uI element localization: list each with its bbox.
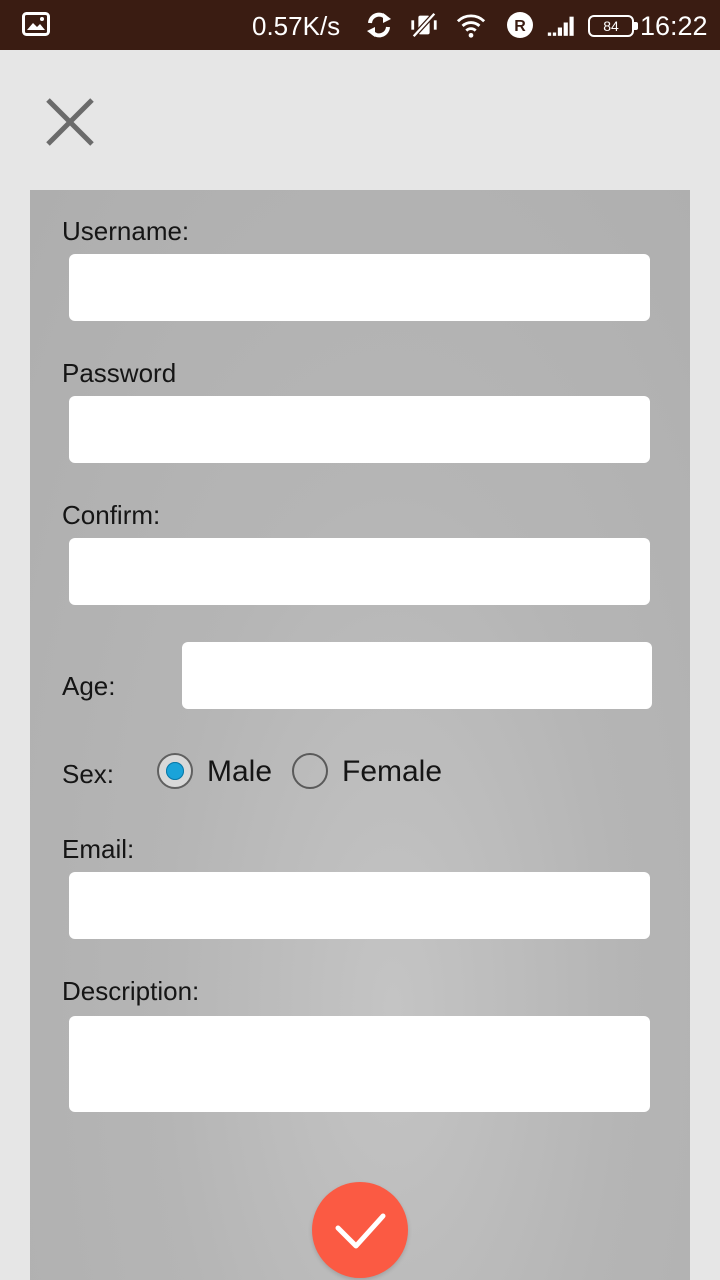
checkmark-icon (335, 1213, 386, 1249)
male-radio[interactable] (157, 753, 193, 789)
female-option-label[interactable]: Female (342, 755, 442, 789)
confirm-label: Confirm: (62, 500, 161, 530)
male-option-label[interactable]: Male (207, 755, 272, 789)
battery-level: 84 (603, 18, 619, 34)
description-textarea[interactable] (69, 1016, 650, 1112)
username-label: Username: (62, 216, 190, 246)
email-label: Email: (62, 834, 135, 864)
signal-icon (547, 16, 574, 36)
clock: 16:22 (640, 11, 708, 41)
description-label: Description: (62, 976, 200, 1006)
sync-icon (367, 12, 391, 38)
password-label: Password (62, 358, 177, 388)
vibrate-off-icon (411, 12, 437, 38)
female-radio[interactable] (292, 753, 328, 789)
registration-form: Username: Password Confirm: Age: Sex: Ma… (30, 190, 690, 1280)
submit-button[interactable] (312, 1182, 408, 1278)
radio-selected-dot (166, 762, 184, 780)
username-input[interactable] (69, 254, 650, 321)
roaming-icon: R (507, 12, 533, 38)
battery-icon: 84 (588, 15, 638, 37)
status-bar: 0.57K/s R 84 16:22 (0, 0, 720, 50)
close-button[interactable] (38, 90, 102, 154)
age-input[interactable] (182, 642, 652, 709)
network-speed: 0.57K/s (252, 11, 341, 41)
email-input[interactable] (69, 872, 650, 939)
close-icon (46, 98, 94, 146)
confirm-password-input[interactable] (69, 538, 650, 605)
gallery-icon (22, 12, 50, 36)
password-input[interactable] (69, 396, 650, 463)
svg-text:R: R (514, 18, 526, 35)
sex-label: Sex: (62, 759, 115, 789)
age-label: Age: (62, 671, 116, 701)
wifi-icon (456, 14, 486, 38)
